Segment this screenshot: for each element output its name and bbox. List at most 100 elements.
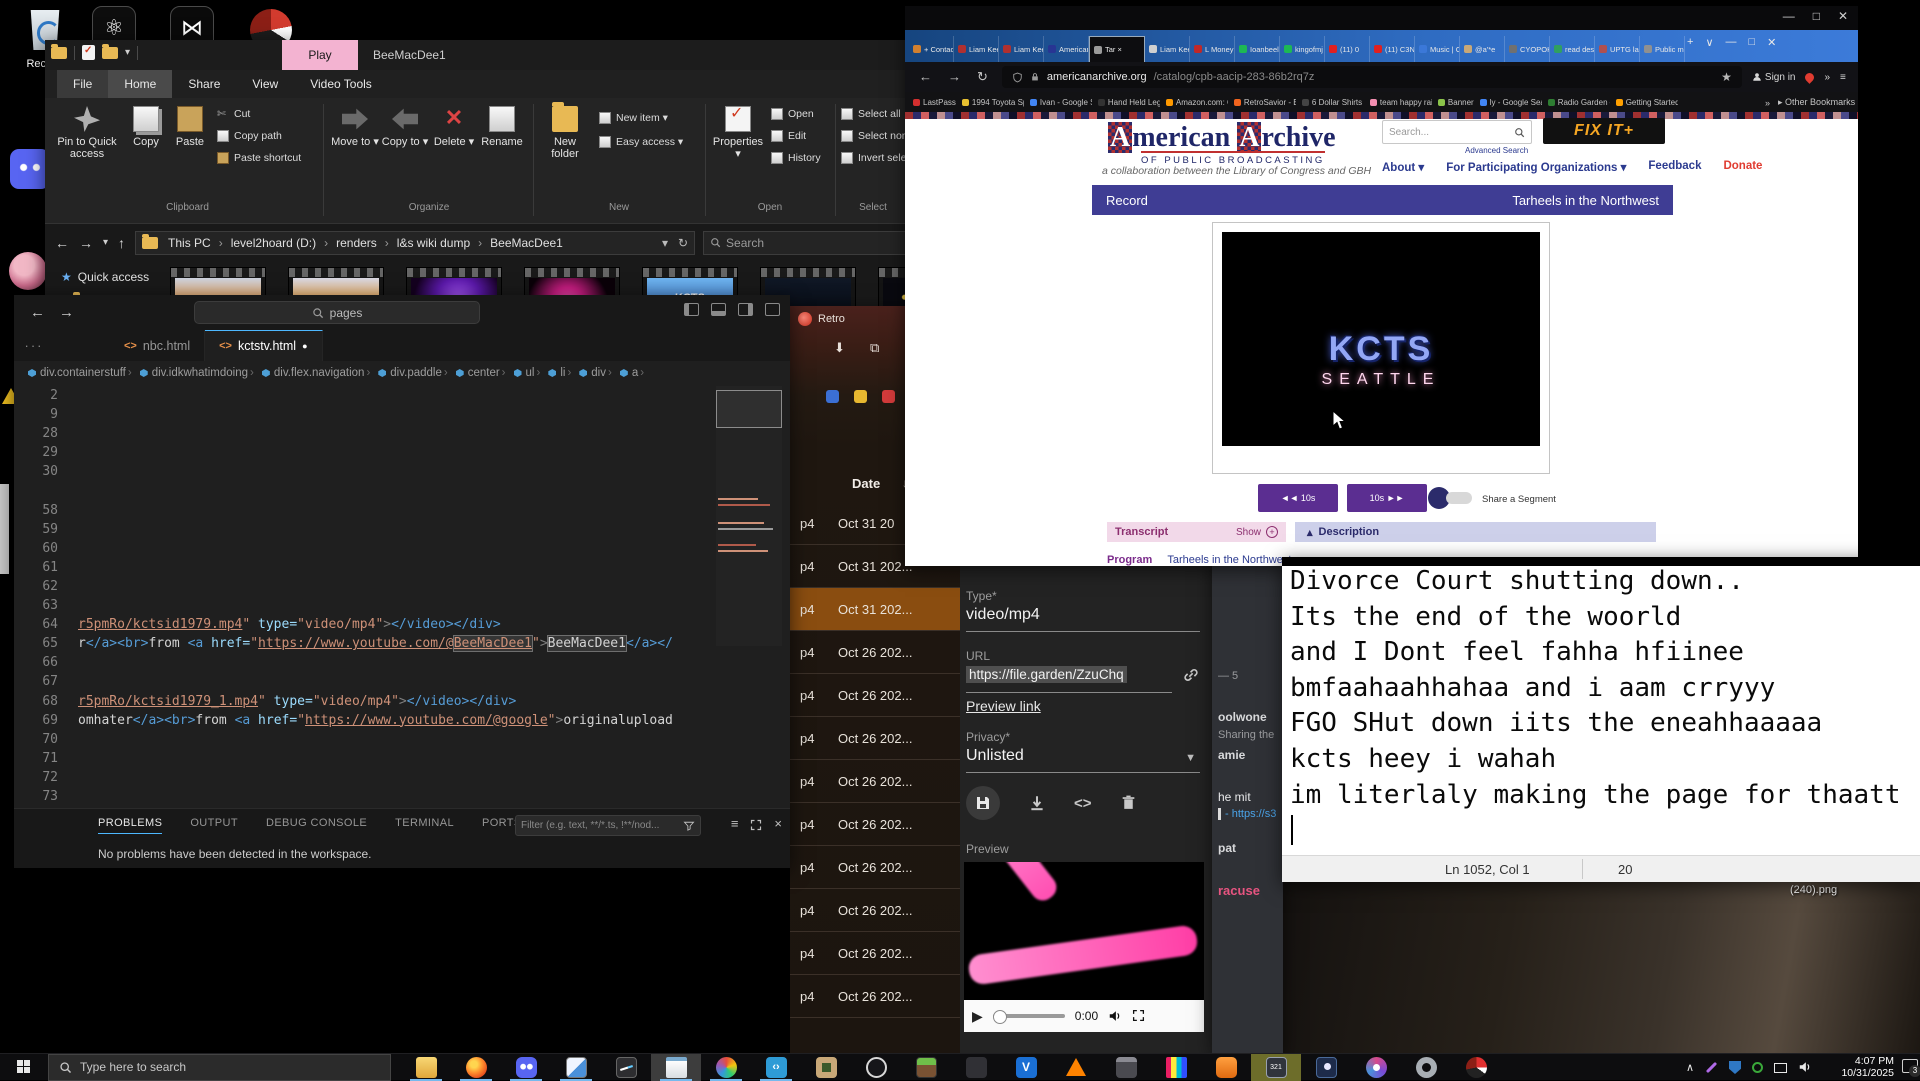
browser-tab[interactable]: Liam Keel <box>999 36 1044 62</box>
breadcrumb-node[interactable]: a› <box>620 367 646 379</box>
vscode-icon[interactable] <box>751 1054 801 1081</box>
ff-close-icon[interactable]: ✕ <box>1767 36 1776 49</box>
new-folder-quick-icon[interactable] <box>102 47 118 59</box>
ff-minimize-icon[interactable]: — <box>1726 36 1737 49</box>
blue-app-icon[interactable] <box>826 390 839 403</box>
pin-to-quick-access-button[interactable]: Pin to Quick access <box>55 104 119 160</box>
bookmark-star-icon[interactable]: ★ <box>1721 70 1732 84</box>
aapb-search-input[interactable]: Search... <box>1382 120 1532 144</box>
date-column-header[interactable]: Date <box>852 476 880 491</box>
vscode-breadcrumbs[interactable]: div.containerstuff›div.idkwhatimdoing›di… <box>14 361 790 385</box>
browser-tab[interactable]: American <box>1044 36 1089 62</box>
mail-app-icon[interactable] <box>551 1054 601 1081</box>
move-to-button[interactable]: Move to ▾ <box>331 104 379 148</box>
seek-slider[interactable] <box>993 1014 1065 1018</box>
minimap[interactable] <box>716 386 782 646</box>
explorer-menu-tab[interactable]: Home <box>108 70 172 98</box>
bookmark-item[interactable]: RetroSavior - Etsy <box>1234 98 1296 107</box>
delete-button[interactable]: ✕Delete ▾ <box>433 104 475 148</box>
new-tab-icon[interactable]: + <box>1687 36 1693 49</box>
status-circle-icon[interactable] <box>1752 1062 1763 1073</box>
link-icon[interactable] <box>1182 666 1200 684</box>
browser-back-icon[interactable]: ← <box>919 69 932 85</box>
problems-filter-input[interactable]: Filter (e.g. text, **/*.ts, !**/nod... <box>515 815 701 836</box>
browser-reload-icon[interactable]: ↻ <box>977 69 988 85</box>
history-button[interactable]: History <box>771 152 821 164</box>
transcript-bar[interactable]: Transcript Show+ <box>1107 522 1286 542</box>
maximize-panel-icon[interactable] <box>750 816 762 831</box>
open-button[interactable]: Open <box>771 108 814 120</box>
editor-tab-nbc[interactable]: <>nbc.html <box>110 330 205 361</box>
file-row[interactable]: p4 Oct 26 202... <box>790 760 960 803</box>
pen-tray-icon[interactable] <box>1706 1062 1717 1073</box>
minimize-icon[interactable]: — <box>1783 9 1795 23</box>
nav-link[interactable]: For Participating Organizations ▾ <box>1446 160 1626 174</box>
dropdown-chevron-icon[interactable]: ▼ <box>1185 752 1196 764</box>
maximize-icon[interactable]: □ <box>1813 9 1820 23</box>
screen-app-icon[interactable] <box>1301 1054 1351 1081</box>
volume-tray-icon[interactable] <box>1798 1059 1812 1077</box>
qat-chevron-icon[interactable]: ▾ <box>125 47 130 58</box>
rewind-10s-button[interactable]: ◄◄ 10s <box>1258 484 1338 512</box>
copy-path-button[interactable]: Copy path <box>217 130 282 142</box>
new-folder-button[interactable]: New folder <box>539 104 591 160</box>
explorer-menu-tab[interactable]: File <box>57 70 108 98</box>
bookmark-item[interactable]: Banner <box>1438 98 1474 107</box>
clapper-app-icon[interactable] <box>1101 1054 1151 1081</box>
photo-desktop-icon[interactable] <box>9 252 47 290</box>
color-bars-app-icon[interactable] <box>1151 1054 1201 1081</box>
browser-tab[interactable]: Tar × <box>1089 36 1145 62</box>
file-row[interactable]: p4 Oct 26 202... <box>790 889 960 932</box>
vscode-forward-icon[interactable]: → <box>59 304 74 321</box>
url-value[interactable]: https://file.garden/ZzuChq <box>966 666 1127 683</box>
panel-tab[interactable]: TERMINAL <box>395 817 454 834</box>
share-segment-toggle[interactable] <box>1428 487 1472 509</box>
copy-to-button[interactable]: Copy to ▾ <box>381 104 429 148</box>
other-bookmarks-folder[interactable]: ▸ Other Bookmarks <box>1778 97 1855 108</box>
forward-10s-button[interactable]: 10s ►► <box>1347 484 1427 512</box>
browser-tab[interactable]: Liam Kee <box>954 36 999 62</box>
download-file-button[interactable] <box>1028 794 1046 812</box>
preview-link[interactable]: Preview link <box>966 698 1041 714</box>
minecraft-icon[interactable] <box>901 1054 951 1081</box>
browser-tab[interactable]: read desc <box>1550 36 1595 62</box>
close-panel-icon[interactable]: × <box>774 816 782 831</box>
desktop-photo[interactable]: (240).png <box>1283 882 1920 1053</box>
browser-tab[interactable]: kingofmj <box>1280 36 1325 62</box>
file-row[interactable]: p4 Oct 26 202... <box>790 975 960 1018</box>
panel-tab[interactable]: OUTPUT <box>190 817 238 834</box>
blockbench-icon[interactable] <box>801 1054 851 1081</box>
film-reel-app-icon[interactable] <box>1351 1054 1401 1081</box>
file-row[interactable]: p4 Oct 26 202... <box>790 717 960 760</box>
browser-tab[interactable]: CYOPOKI <box>1505 36 1550 62</box>
breadcrumb-node[interactable]: div.containerstuff› <box>28 367 134 379</box>
fullscreen-icon[interactable] <box>1132 1007 1145 1025</box>
address-bar-input[interactable]: americanarchive.org/catalog/cpb-aacip-28… <box>1002 66 1742 88</box>
sidebar-item-quick-access[interactable]: ★Quick access <box>61 270 149 284</box>
edit-button[interactable]: Edit <box>771 130 806 142</box>
file-explorer-icon[interactable] <box>401 1054 451 1081</box>
easy-access-button[interactable]: Easy access ▾ <box>599 136 683 148</box>
cut-button[interactable]: ✄Cut <box>217 108 250 120</box>
bookmark-item[interactable]: Getting Started <box>1616 98 1678 107</box>
app-icon[interactable] <box>951 1054 1001 1081</box>
browser-tab[interactable]: (11) 0 <box>1325 36 1370 62</box>
orange-app-icon[interactable] <box>1201 1054 1251 1081</box>
file-row[interactable]: p4 Oct 26 202... <box>790 631 960 674</box>
browser-tab[interactable]: Music | C <box>1415 36 1460 62</box>
vscode-titlebar[interactable]: ←→ pages <box>14 295 790 330</box>
tab-overflow-icon[interactable]: ··· <box>14 330 54 361</box>
breadcrumb-node[interactable]: div.flex.navigation› <box>262 367 372 379</box>
save-button[interactable] <box>966 786 1000 820</box>
bookmark-item[interactable]: LastPass <box>913 98 956 107</box>
nav-link[interactable]: About ▾ <box>1382 160 1424 174</box>
description-bar[interactable]: ▴ Description <box>1295 522 1656 542</box>
browser-tab[interactable]: @a'*e <box>1460 36 1505 62</box>
paste-button[interactable]: Paste <box>169 104 211 148</box>
rename-button[interactable]: Rename <box>477 104 527 148</box>
firefox-icon[interactable] <box>451 1054 501 1081</box>
recent-locations-icon[interactable]: ▾ <box>103 237 108 248</box>
breadcrumb-item[interactable]: BeeMacDee1 <box>474 236 567 250</box>
share-icon[interactable]: ⧉ <box>870 340 879 356</box>
browser-titlebar[interactable]: — □ ✕ <box>905 6 1858 30</box>
